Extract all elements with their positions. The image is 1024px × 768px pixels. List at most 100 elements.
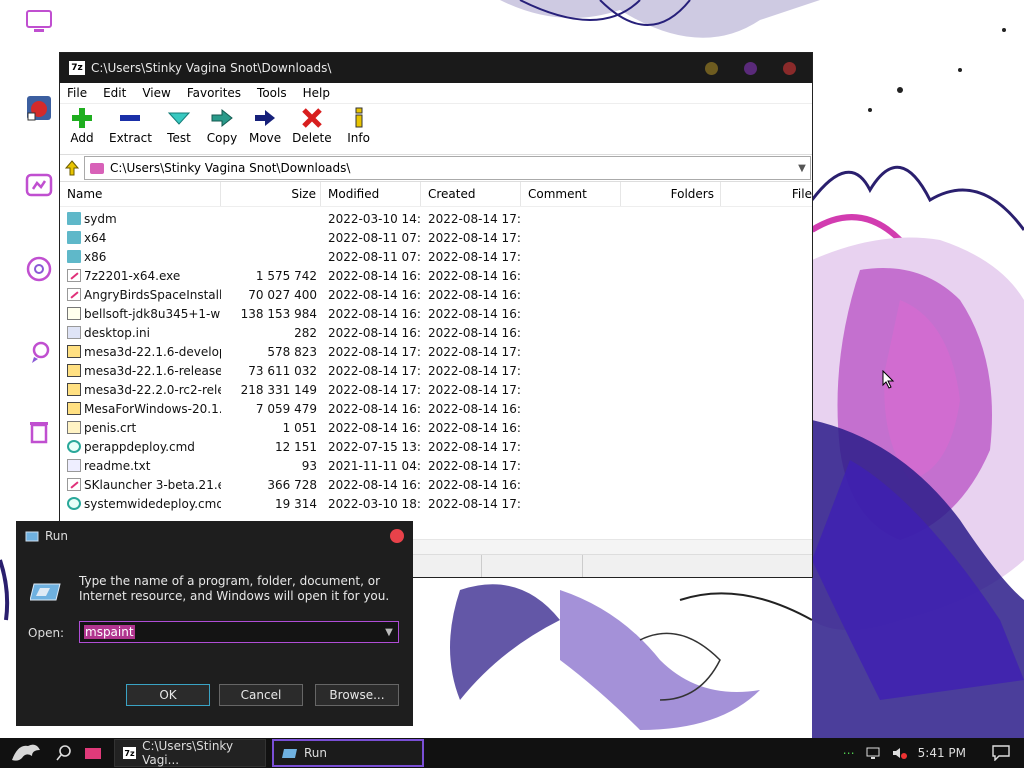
search-button[interactable] <box>52 739 84 767</box>
clock-time[interactable]: 5:41 PM <box>918 746 966 760</box>
file-row[interactable]: systemwidedeploy.cmd 19 314 2022-03-10 18:… <box>60 494 812 513</box>
rocket-app-shortcut-icon[interactable] <box>22 335 56 369</box>
crt-file-icon <box>67 421 81 434</box>
file-modified-cell: 2022-08-14 16:55 <box>328 287 421 302</box>
menu-view[interactable]: View <box>142 86 170 100</box>
file-row[interactable]: SKlauncher 3-beta.21.exe 366 728 2022-08-1… <box>60 475 812 494</box>
run-title-bar[interactable]: Run <box>16 521 413 551</box>
window-title-bar[interactable]: 7z C:\Users\Stinky Vagina Snot\Downloads… <box>60 53 812 83</box>
folder-icon <box>85 748 101 759</box>
file-row[interactable]: mesa3d-22.1.6-release-... 73 611 032 2022-… <box>60 361 812 380</box>
angry-birds-shortcut-icon[interactable] <box>22 91 56 125</box>
file-row[interactable]: bellsoft-jdk8u345+1-wi... 138 153 984 2022… <box>60 304 812 323</box>
menu-edit[interactable]: Edit <box>103 86 126 100</box>
up-folder-button[interactable] <box>60 160 84 176</box>
taskbar-run-task[interactable]: Run <box>272 739 424 767</box>
menu-help[interactable]: Help <box>303 86 330 100</box>
column-name[interactable]: Name <box>60 182 221 206</box>
test-button[interactable]: Test <box>163 104 195 145</box>
file-row[interactable]: AngryBirdsSpaceInstalle... 70 027 400 2022… <box>60 285 812 304</box>
this-pc-icon[interactable] <box>22 5 56 39</box>
file-list: sydm 2022-03-10 14:03 2022-08-14 17:11 x64 2… <box>60 207 812 513</box>
chevron-down-icon[interactable]: ▼ <box>794 163 810 174</box>
run-close-button[interactable] <box>390 529 404 543</box>
open-label: Open: <box>28 626 65 640</box>
file-name-cell: mesa3d-22.1.6-develop... <box>60 342 221 361</box>
file-row[interactable]: 7z2201-x64.exe 1 575 742 2022-08-14 16:50 2… <box>60 266 812 285</box>
ok-button[interactable]: OK <box>126 684 210 706</box>
file-created-cell: 2022-08-14 17:11 <box>428 249 521 264</box>
file-row[interactable]: MesaForWindows-20.1.... 7 059 479 2022-08-… <box>60 399 812 418</box>
file-name-cell: AngryBirdsSpaceInstalle... <box>60 285 221 304</box>
file-modified-cell: 2022-08-11 07:01 <box>328 230 421 245</box>
copy-button[interactable]: Copy <box>206 104 238 145</box>
notification-icon[interactable] <box>992 745 1010 761</box>
add-button[interactable]: Add <box>66 104 98 145</box>
column-folders[interactable]: Folders <box>621 182 721 206</box>
recycle-bin-icon[interactable] <box>22 415 56 449</box>
move-button[interactable]: Move <box>249 104 281 145</box>
menu-file[interactable]: File <box>67 86 87 100</box>
file-size-cell <box>221 209 321 228</box>
file-row[interactable]: readme.txt 93 2021-11-11 04:48 2022-08-14 1… <box>60 456 812 475</box>
run-program-icon <box>30 583 61 601</box>
column-created[interactable]: Created <box>421 182 521 206</box>
up-folder-icon <box>64 160 80 176</box>
column-comment[interactable]: Comment <box>521 182 621 206</box>
file-modified-cell: 2022-08-14 16:58 <box>328 477 421 492</box>
address-field[interactable]: C:\Users\Stinky Vagina Snot\Downloads\ ▼ <box>84 156 811 180</box>
system-tray: ⋯ 5:41 PM <box>843 745 1010 761</box>
file-size-cell: 7 059 479 <box>255 401 317 416</box>
address-path: C:\Users\Stinky Vagina Snot\Downloads\ <box>110 161 351 175</box>
open-combobox[interactable]: mspaint ▼ <box>79 621 399 643</box>
network-icon[interactable] <box>866 746 882 760</box>
start-button[interactable] <box>0 739 52 767</box>
file-row[interactable]: mesa3d-22.2.0-rc2-relea... 218 331 149 202… <box>60 380 812 399</box>
file-name-cell: bellsoft-jdk8u345+1-wi... <box>60 304 221 323</box>
maximize-button[interactable] <box>744 61 757 75</box>
file-size-cell: 12 151 <box>275 439 317 454</box>
close-button[interactable] <box>783 61 796 75</box>
overflow-dots-icon[interactable]: ⋯ <box>843 746 856 760</box>
cancel-button[interactable]: Cancel <box>219 684 303 706</box>
file-name-cell: sydm <box>60 209 221 228</box>
info-button[interactable]: Info <box>343 104 375 145</box>
file-name-cell: mesa3d-22.2.0-rc2-relea... <box>60 380 221 399</box>
delete-button[interactable]: Delete <box>292 104 332 145</box>
file-row[interactable]: penis.crt 1 051 2022-08-14 16:48 2022-08-14… <box>60 418 812 437</box>
file-created-cell: 2022-08-14 16:58 <box>428 306 521 321</box>
menu-favorites[interactable]: Favorites <box>187 86 241 100</box>
column-files[interactable]: File <box>721 182 812 206</box>
stats-app-shortcut-icon[interactable] <box>22 170 56 204</box>
open-input-value[interactable]: mspaint <box>84 625 135 639</box>
file-size-cell <box>221 228 321 247</box>
file-row[interactable]: desktop.ini 282 2022-08-14 16:42 2022-08-14… <box>60 323 812 342</box>
file-size-cell: 1 575 742 <box>255 268 317 283</box>
file-size-cell: 578 823 <box>267 344 317 359</box>
file-row[interactable]: x64 2022-08-11 07:01 2022-08-14 17:11 <box>60 228 812 247</box>
file-row[interactable]: x86 2022-08-11 07:05 2022-08-14 17:11 <box>60 247 812 266</box>
file-row[interactable]: sydm 2022-03-10 14:03 2022-08-14 17:11 <box>60 209 812 228</box>
exe-file-icon <box>67 288 81 301</box>
browse-button[interactable]: Browse... <box>315 684 399 706</box>
file-row[interactable]: perappdeploy.cmd 12 151 2022-07-15 13:19 20… <box>60 437 812 456</box>
file-row[interactable]: mesa3d-22.1.6-develop... 578 823 2022-08-1… <box>60 342 812 361</box>
dragon-logo-icon <box>12 744 40 761</box>
exe-file-icon <box>67 269 81 282</box>
file-created-cell: 2022-08-14 16:54 <box>428 287 521 302</box>
minimize-button[interactable] <box>705 61 718 75</box>
volume-muted-icon[interactable] <box>892 746 908 760</box>
file-modified-cell: 2022-08-14 17:11 <box>328 382 421 397</box>
column-size[interactable]: Size <box>221 182 321 206</box>
chrome-shortcut-icon[interactable] <box>22 252 56 286</box>
file-created-cell: 2022-08-14 17:11 <box>428 382 521 397</box>
file-explorer-button[interactable] <box>84 739 114 767</box>
file-size-cell: 282 <box>294 325 317 340</box>
menu-tools[interactable]: Tools <box>257 86 287 100</box>
chevron-down-icon[interactable]: ▼ <box>380 627 398 638</box>
zip-file-icon <box>67 402 81 415</box>
taskbar-7zip-task[interactable]: 7z C:\Users\Stinky Vagi... <box>114 739 266 767</box>
column-modified[interactable]: Modified <box>321 182 421 206</box>
file-modified-cell: 2022-08-14 16:58 <box>328 306 421 321</box>
extract-button[interactable]: Extract <box>109 104 152 145</box>
